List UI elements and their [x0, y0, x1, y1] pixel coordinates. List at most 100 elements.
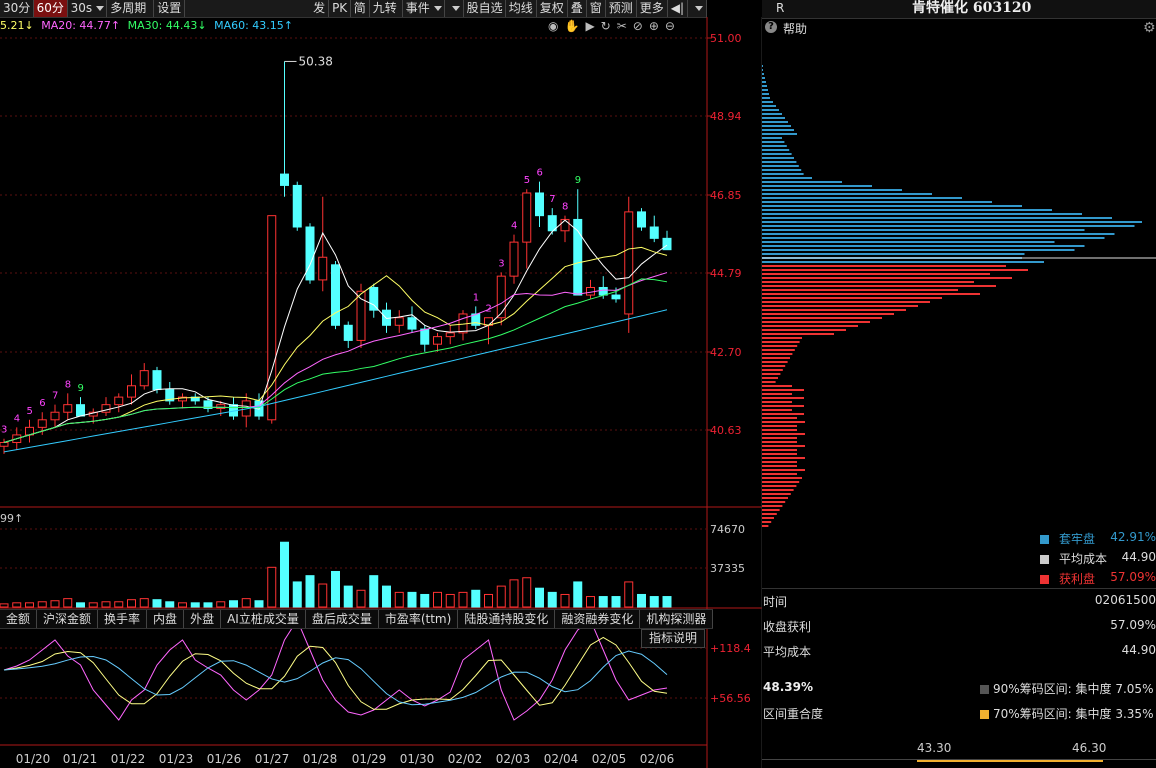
chip-bar-94 [762, 441, 797, 443]
chip-bar-13 [762, 117, 785, 119]
trapped-swatch [1040, 535, 1049, 544]
chip-bar-69 [762, 341, 800, 343]
vol-bar-30 [382, 585, 391, 608]
legend-avgcost: 平均成本 44.90 [1040, 550, 1156, 567]
toolbar-item-1[interactable]: 60分 [33, 0, 68, 17]
date-label-2: 01/22 [111, 752, 146, 766]
vol-bar-40 [509, 579, 519, 608]
vol-bar-45 [573, 581, 583, 608]
nine-turn-left-4: 7 [52, 391, 58, 402]
chip-bar-25 [762, 165, 799, 167]
chip-bar-10 [762, 105, 776, 107]
chip-bar-109 [762, 501, 786, 503]
chip-bar-32 [762, 193, 932, 195]
vol-bar-4 [50, 600, 60, 608]
chip-bar-46 [762, 249, 1075, 251]
band70-text: 70%筹码区间: 集中度 3.35% [993, 707, 1154, 721]
candle-body-39 [496, 275, 506, 319]
vol-bar-42 [535, 587, 544, 608]
candle-body-47 [598, 286, 608, 296]
vol-label-0: 74670 [710, 523, 745, 536]
candle-body-12 [152, 370, 162, 391]
vol-bar-3 [37, 601, 47, 608]
toolbar-item-0[interactable]: 30分 [0, 0, 34, 17]
chip-bar-49 [762, 261, 1044, 263]
chip-bar-20 [762, 145, 787, 147]
toolbar-item-5[interactable]: 发 [310, 0, 330, 17]
help-link[interactable]: 帮助 [783, 20, 807, 37]
indicator-tab-9[interactable]: 融资融券变化 [555, 610, 641, 628]
indicator-tab-5[interactable]: AI立桩成交量 [221, 610, 306, 628]
chip-bar-86 [762, 409, 792, 411]
vol-bar-35 [445, 593, 455, 608]
toolbar-item-15[interactable]: 窗 [587, 0, 606, 17]
toolbar-item-17[interactable]: 更多 [637, 0, 668, 17]
chip-bar-37 [762, 213, 1082, 215]
vol-bar-11 [139, 598, 149, 608]
chip-bar-47 [762, 253, 1025, 255]
price-label-4: 42.70 [710, 346, 742, 359]
toolbar-item-13[interactable]: 复权 [537, 0, 568, 17]
toolbar-item-2[interactable]: 30s [68, 0, 108, 17]
collapse-icon[interactable]: ◀| [668, 0, 688, 17]
toolbar-item-8[interactable]: 九转 [370, 0, 403, 17]
date-label-11: 02/04 [544, 752, 579, 766]
kline-chart[interactable]: 51.0048.9446.8544.7942.7040.6350.3834567… [0, 17, 762, 768]
chip-bar-97 [762, 453, 797, 455]
chip-bar-36 [762, 209, 1052, 211]
indicator-tab-8[interactable]: 陆股通持股变化 [458, 610, 556, 628]
chip-bar-71 [762, 349, 795, 351]
chip-bar-62 [762, 313, 894, 315]
indicator-tab-6[interactable]: 盘后成交量 [306, 610, 379, 628]
toolbar-item-16[interactable]: 预测 [606, 0, 637, 17]
toolbar-item-4[interactable]: 设置 [154, 0, 186, 17]
gear-icon[interactable]: ⚙ [1143, 20, 1156, 36]
toolbar-item-14[interactable]: 叠 [568, 0, 587, 17]
volume-legend: 99↑ [0, 512, 23, 525]
help-icon[interactable]: ? [765, 21, 777, 33]
toolbar-item-10[interactable] [445, 0, 464, 17]
indicator-tab-7[interactable]: 市盈率(ttm) [379, 610, 459, 628]
chip-bar-80 [762, 385, 792, 387]
nine-turn-mid-2: 3 [498, 258, 504, 269]
legend-profit: 获利盘 57.09% [1040, 570, 1156, 587]
ma60-line [3, 309, 668, 453]
indicator-tab-10[interactable]: 机构探测器 [640, 610, 714, 628]
vol-bar-34 [433, 591, 442, 608]
overlap-pct: 48.39% [763, 680, 813, 694]
chip-bar-28 [762, 177, 812, 179]
candle-body-0 [0, 441, 9, 447]
chip-bar-30 [762, 185, 872, 187]
indicator-tab-3[interactable]: 内盘 [147, 610, 185, 628]
more-dropdown-icon[interactable] [688, 0, 707, 17]
indicator-tab-1[interactable]: 沪深金额 [37, 610, 99, 628]
candle-body-26 [331, 264, 340, 326]
candle-body-51 [649, 226, 659, 239]
toolbar-item-7[interactable]: 简 [351, 0, 370, 17]
chip-bar-73 [762, 357, 790, 359]
candle-body-44 [560, 218, 570, 232]
vol-bar-50 [637, 593, 646, 608]
indicator-explain-button[interactable]: 指标说明 [641, 629, 705, 648]
toolbar-item-12[interactable]: 均线 [506, 0, 537, 17]
candle-body-10 [127, 385, 136, 398]
chip-bar-98 [762, 457, 805, 459]
nine-turn-left-5: 8 [65, 379, 71, 390]
indicator-tab-2[interactable]: 换手率 [98, 610, 148, 628]
toolbar-item-3[interactable]: 多周期 [107, 0, 155, 17]
toolbar-item-6[interactable]: PK [329, 0, 351, 17]
chip-bar-63 [762, 317, 882, 319]
chip-bar-18 [762, 137, 782, 139]
osc-label-1: +56.56 [710, 692, 751, 705]
indicator-tab-0[interactable]: 金额 [0, 610, 38, 628]
band90-swatch [980, 685, 989, 694]
toolbar-item-11[interactable]: 股自选 [464, 0, 506, 17]
chip-bar-107 [762, 493, 791, 495]
vol-bar-49 [624, 581, 634, 608]
chip-bar-55 [762, 285, 996, 287]
nine-turn-mid-4: 5 [524, 175, 530, 186]
nine-turn-mid-0: 1 [473, 292, 479, 303]
chip-bar-42 [762, 233, 1115, 235]
toolbar-item-9[interactable]: 事件 [403, 0, 445, 17]
indicator-tab-4[interactable]: 外盘 [184, 610, 222, 628]
